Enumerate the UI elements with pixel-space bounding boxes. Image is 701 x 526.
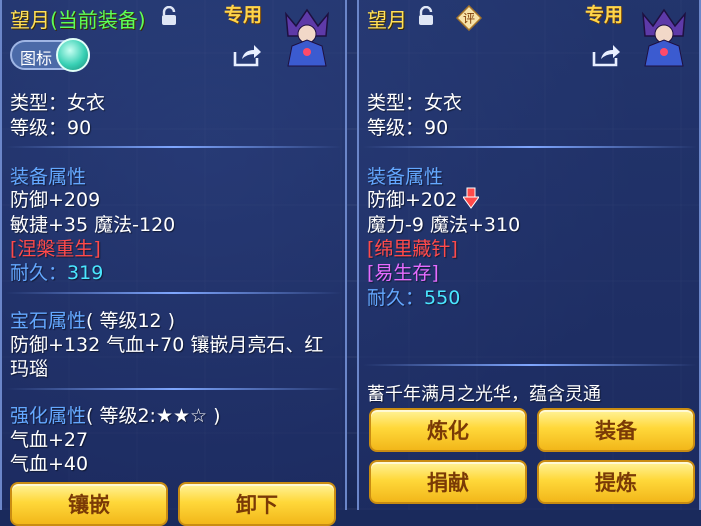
unlock-icon[interactable] [417, 6, 435, 26]
durability-label: 耐久： [10, 262, 68, 284]
gem-attribute-line: 玛瑙 [10, 358, 49, 380]
special-effect: [涅槃重生] [10, 238, 101, 260]
enhance-attributes-title: 强化属性 [10, 405, 87, 427]
share-icon[interactable] [591, 42, 621, 68]
enhance-attribute-line: 气血+27 [10, 429, 89, 451]
icon-toggle[interactable]: 图标 [10, 38, 90, 72]
donate-button[interactable]: 捐献 [369, 460, 527, 504]
icon-toggle-label: 图标 [20, 49, 53, 68]
character-avatar-icon [285, 8, 329, 67]
enhance-attribute-line: 气血+40 [10, 453, 89, 475]
exclusive-label: 专用 [224, 4, 263, 26]
decrease-arrow-icon [462, 187, 481, 209]
item-level: 等级：90 [10, 117, 92, 139]
refine-button[interactable]: 炼化 [369, 408, 527, 452]
special-effect: [绵里藏针] [367, 238, 458, 260]
exclusive-label: 专用 [585, 4, 624, 26]
durability-value: 319 [67, 262, 104, 284]
divider [6, 292, 342, 294]
gem-attribute-line: 防御+132 气血+70 镶嵌月亮石、红 [10, 334, 324, 356]
durability: 耐久：550 [367, 283, 460, 310]
compare-equipment-panel: 望月 专用 类型：女衣 等级：90 装备属性 防御+202 魔力-9 魔法+31… [357, 0, 701, 510]
gem-level: ( 等级12 ) [86, 310, 176, 332]
durability: 耐久：319 [10, 258, 103, 285]
gem-attributes-header: 宝石属性( 等级12 ) [10, 306, 175, 333]
divider [6, 388, 342, 390]
item-type: 类型：女衣 [10, 92, 106, 114]
current-equipment-panel: 望月(当前装备) 专用 图标 类型：女衣 等级：90 装备属性 防御+209 敏… [0, 0, 347, 526]
attribute-line: 防御+209 [10, 189, 101, 211]
item-name: 望月(当前装备) [10, 8, 146, 32]
rating-label: 评 [463, 12, 475, 26]
enhance-level: ( 等级2:★★☆ ) [86, 405, 221, 427]
gem-attributes-title: 宝石属性 [10, 310, 87, 332]
extract-button[interactable]: 提炼 [537, 460, 695, 504]
unequip-button[interactable]: 卸下 [178, 482, 336, 526]
enhance-attributes-header: 强化属性( 等级2:★★☆ ) [10, 401, 221, 428]
character-avatar-icon [642, 8, 686, 67]
special-skill: [易生存] [367, 262, 439, 284]
unlock-icon[interactable] [160, 6, 178, 26]
rating-icon[interactable]: 评 [456, 5, 482, 31]
share-icon[interactable] [232, 42, 262, 68]
divider [363, 146, 697, 148]
attribute-line: 敏捷+35 魔法-120 [10, 214, 176, 236]
divider [6, 146, 342, 148]
item-description: 蓄千年满月之光华，蕴含灵通 [367, 384, 601, 405]
durability-value: 550 [424, 287, 461, 309]
attribute-line: 防御+202 [367, 185, 481, 212]
equipped-tag: (当前装备) [50, 8, 146, 32]
item-level: 等级：90 [367, 117, 449, 139]
inlay-button[interactable]: 镶嵌 [10, 482, 168, 526]
durability-label: 耐久： [367, 287, 425, 309]
attribute-line: 魔力-9 魔法+310 [367, 214, 521, 236]
item-type: 类型：女衣 [367, 92, 463, 114]
toggle-knob [56, 38, 90, 72]
item-name: 望月 [367, 8, 407, 32]
divider [363, 364, 697, 366]
equip-button[interactable]: 装备 [537, 408, 695, 452]
